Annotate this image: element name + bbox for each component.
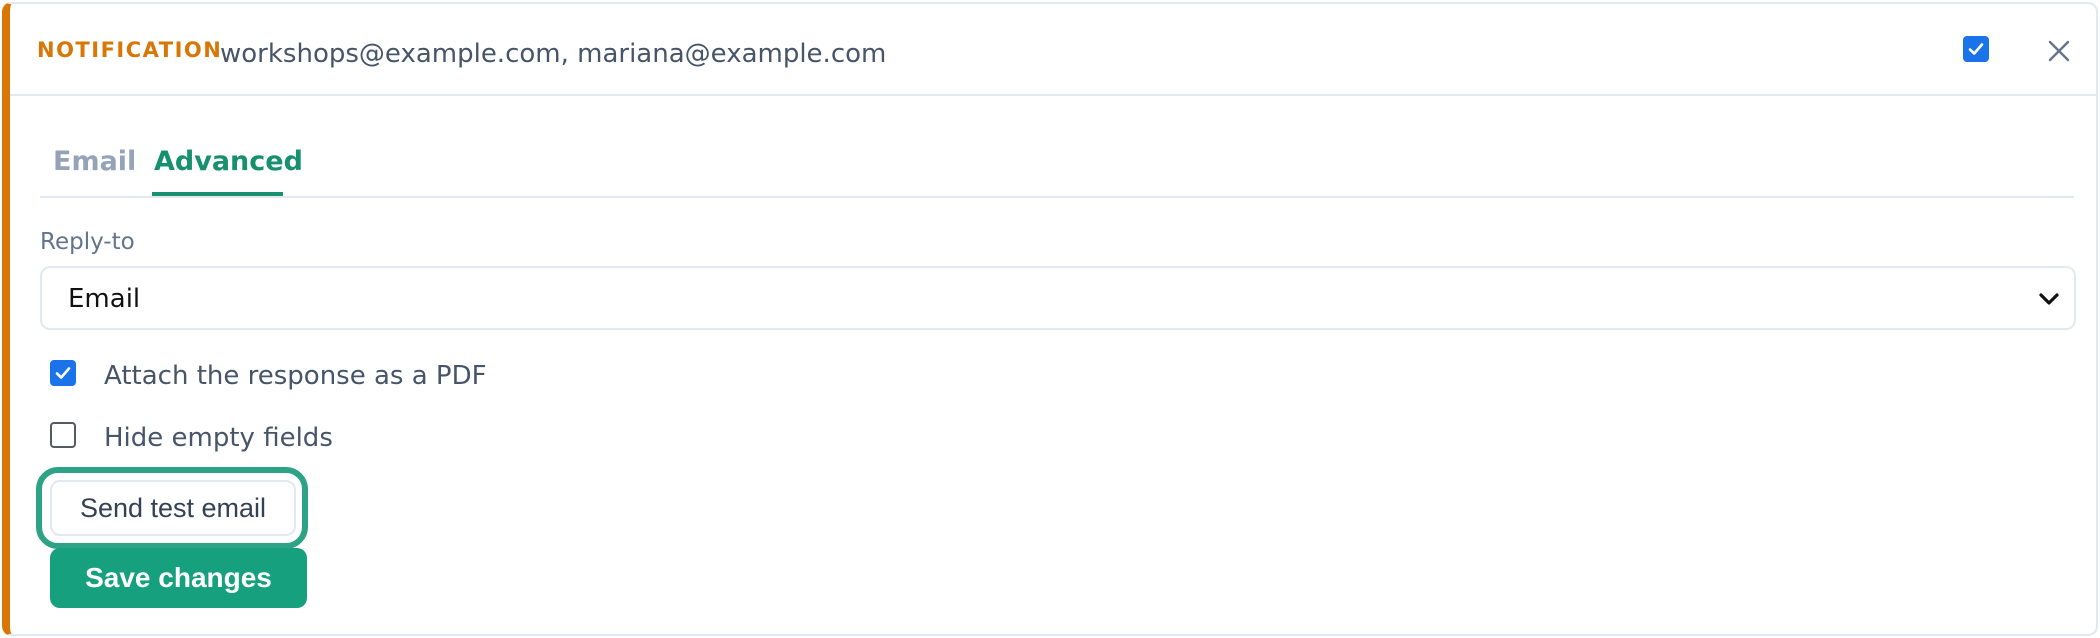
- notification-header: NOTIFICATION workshops@example.com, mari…: [10, 4, 2096, 96]
- hide-empty-fields-label: Hide empty fields: [104, 423, 333, 453]
- reply-to-label: Reply-to: [40, 229, 135, 255]
- active-tab-indicator: [152, 192, 283, 196]
- hide-empty-fields-checkbox[interactable]: [50, 422, 76, 448]
- enable-notification-checkbox[interactable]: [1963, 36, 1989, 62]
- chevron-down-icon: [2039, 293, 2059, 305]
- checkmark-icon: [55, 367, 71, 379]
- attach-pdf-label: Attach the response as a PDF: [104, 361, 487, 391]
- notification-card: NOTIFICATION workshops@example.com, mari…: [2, 2, 2098, 636]
- recipients-text: workshops@example.com, mariana@example.c…: [220, 39, 887, 69]
- tab-bar: Email Advanced: [40, 134, 2074, 198]
- checkmark-icon: [1968, 43, 1984, 55]
- reply-to-selected-value: Email: [68, 284, 141, 314]
- tab-advanced[interactable]: Advanced: [154, 146, 303, 177]
- close-icon[interactable]: [2046, 38, 2072, 64]
- tab-email[interactable]: Email: [53, 146, 136, 177]
- reply-to-select[interactable]: Email: [40, 266, 2076, 330]
- send-test-email-button[interactable]: Send test email: [50, 480, 296, 536]
- save-changes-button[interactable]: Save changes: [50, 548, 307, 608]
- notification-label: NOTIFICATION: [37, 38, 223, 62]
- attach-pdf-checkbox[interactable]: [50, 360, 76, 386]
